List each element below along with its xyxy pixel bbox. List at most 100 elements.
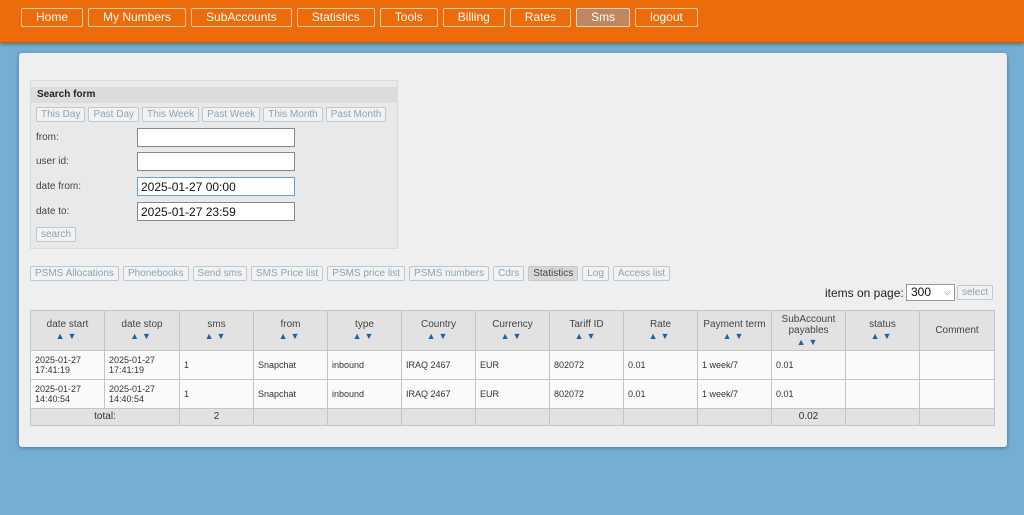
sort-arrows-icon[interactable]: ▲▼ — [332, 331, 397, 342]
column-header-label: Rate — [649, 319, 672, 330]
table-cell: 0.01 — [771, 350, 846, 380]
sort-arrows-icon[interactable]: ▲▼ — [480, 331, 545, 342]
table-cell: Snapchat — [253, 350, 328, 380]
nav-tools-button[interactable]: Tools — [379, 8, 438, 27]
sms-sub-tabs: PSMS Allocations Phonebooks Send sms SMS Pr… — [30, 266, 671, 281]
sort-arrows-icon[interactable]: ▲▼ — [406, 331, 471, 342]
sort-arrows-icon[interactable]: ▲▼ — [184, 331, 249, 342]
column-header-label: Country — [420, 319, 456, 330]
sort-arrows-icon[interactable]: ▲▼ — [850, 331, 915, 342]
past-day-button[interactable]: Past Day — [88, 107, 140, 122]
column-header-status[interactable]: status ▲▼ — [845, 310, 920, 351]
from-input[interactable] — [137, 128, 295, 147]
table-cell — [845, 350, 920, 380]
column-header-subaccount-payables[interactable]: SubAccount payables ▲▼ — [771, 310, 846, 351]
date-from-label: date from: — [36, 181, 82, 192]
tab-phonebooks[interactable]: Phonebooks — [122, 266, 189, 281]
table-row: 2025-01-27 14:40:54 2025-01-27 14:40:54 1 S… — [30, 379, 995, 409]
column-header-comment: Comment — [919, 310, 995, 351]
sort-arrows-icon[interactable]: ▲▼ — [628, 331, 693, 342]
column-header-type[interactable]: type ▲▼ — [327, 310, 402, 351]
date-from-input[interactable]: 2025-01-27 00:00 — [137, 177, 295, 196]
total-empty-cell — [623, 408, 698, 426]
sort-arrows-icon[interactable]: ▲▼ — [35, 331, 100, 342]
nav-statistics-button[interactable]: Statistics — [296, 8, 375, 27]
nav-rates-button[interactable]: Rates — [509, 8, 572, 27]
sort-arrows-icon[interactable]: ▲▼ — [109, 331, 175, 342]
tab-log[interactable]: Log — [582, 266, 609, 281]
search-button[interactable]: search — [36, 227, 77, 242]
date-to-label: date to: — [36, 206, 70, 217]
column-header-date-stop[interactable]: date stop ▲▼ — [104, 310, 180, 351]
total-empty-cell — [253, 408, 328, 426]
this-day-button[interactable]: This Day — [36, 107, 86, 122]
tab-send-sms[interactable]: Send sms — [192, 266, 248, 281]
column-header-sms[interactable]: sms ▲▼ — [179, 310, 254, 351]
nav-home-button[interactable]: Home — [21, 8, 84, 27]
table-cell: 2025-01-27 14:40:54 — [104, 379, 180, 409]
tab-psms-numbers[interactable]: PSMS numbers — [409, 266, 490, 281]
date-to-input[interactable]: 2025-01-27 23:59 — [137, 202, 295, 221]
total-empty-cell — [327, 408, 402, 426]
table-cell: 1 week/7 — [697, 379, 772, 409]
this-month-button[interactable]: This Month — [263, 107, 323, 122]
items-on-page-select[interactable]: 300 ⌵ — [906, 284, 955, 301]
this-week-button[interactable]: This Week — [142, 107, 200, 122]
chevron-down-icon: ⌵ — [944, 287, 951, 297]
total-payables: 0.02 — [771, 408, 846, 426]
select-button[interactable]: select — [957, 285, 994, 300]
column-header-label: status — [869, 319, 896, 330]
total-empty-cell — [549, 408, 624, 426]
sort-arrows-icon[interactable]: ▲▼ — [554, 331, 619, 342]
column-header-currency[interactable]: Currency ▲▼ — [475, 310, 550, 351]
table-cell: EUR — [475, 379, 550, 409]
table-cell: 0.01 — [623, 350, 698, 380]
user-id-input[interactable] — [137, 152, 295, 171]
column-header-from[interactable]: from ▲▼ — [253, 310, 328, 351]
top-navigation-bar: Home My Numbers SubAccounts Statistics Tools… — [0, 0, 1024, 43]
table-cell: 802072 — [549, 379, 624, 409]
main-panel: Search form This Day Past Day This Week Pas… — [19, 53, 1007, 447]
nav-sms-button[interactable]: Sms — [576, 8, 631, 27]
from-label: from: — [36, 132, 59, 143]
total-empty-cell — [919, 408, 995, 426]
tab-sms-price-list[interactable]: SMS Price list — [251, 266, 324, 281]
column-header-rate[interactable]: Rate ▲▼ — [623, 310, 698, 351]
tab-psms-price-list[interactable]: PSMS price list — [327, 266, 406, 281]
table-cell: inbound — [327, 350, 402, 380]
items-on-page-label: items on page: — [825, 286, 904, 300]
tab-cdrs[interactable]: Cdrs — [493, 266, 525, 281]
main-menu: Home My Numbers SubAccounts Statistics Tools… — [21, 8, 698, 27]
column-header-label: Comment — [935, 325, 979, 336]
nav-my-numbers-button[interactable]: My Numbers — [88, 8, 187, 27]
total-sms: 2 — [179, 408, 254, 426]
column-header-label: sms — [207, 319, 226, 330]
column-header-label: date start — [46, 319, 89, 330]
table-cell — [845, 379, 920, 409]
nav-logout-button[interactable]: logout — [635, 8, 698, 27]
past-month-button[interactable]: Past Month — [325, 107, 387, 122]
nav-billing-button[interactable]: Billing — [442, 8, 505, 27]
table-cell: Snapchat — [253, 379, 328, 409]
column-header-label: Currency — [492, 319, 533, 330]
sort-arrows-icon[interactable]: ▲▼ — [702, 331, 767, 342]
sort-arrows-icon[interactable]: ▲▼ — [258, 331, 323, 342]
nav-subaccounts-button[interactable]: SubAccounts — [191, 8, 292, 27]
column-header-label: type — [355, 319, 374, 330]
column-header-payment-term[interactable]: Payment term ▲▼ — [697, 310, 772, 351]
table-cell: 1 week/7 — [697, 350, 772, 380]
column-header-date-start[interactable]: date start ▲▼ — [30, 310, 105, 351]
column-header-label: from — [280, 319, 301, 330]
past-week-button[interactable]: Past Week — [202, 107, 261, 122]
tab-statistics[interactable]: Statistics — [528, 266, 579, 281]
table-cell: 1 — [179, 350, 254, 380]
tab-access-list[interactable]: Access list — [612, 266, 671, 281]
column-header-tariff-id[interactable]: Tariff ID ▲▼ — [549, 310, 624, 351]
tab-psms-allocations[interactable]: PSMS Allocations — [30, 266, 119, 281]
table-cell: IRAQ 2467 — [401, 350, 476, 380]
table-cell: 2025-01-27 17:41:19 — [104, 350, 180, 380]
column-header-country[interactable]: Country ▲▼ — [401, 310, 476, 351]
total-empty-cell — [401, 408, 476, 426]
sort-arrows-icon[interactable]: ▲▼ — [776, 337, 841, 348]
table-cell — [919, 379, 995, 409]
